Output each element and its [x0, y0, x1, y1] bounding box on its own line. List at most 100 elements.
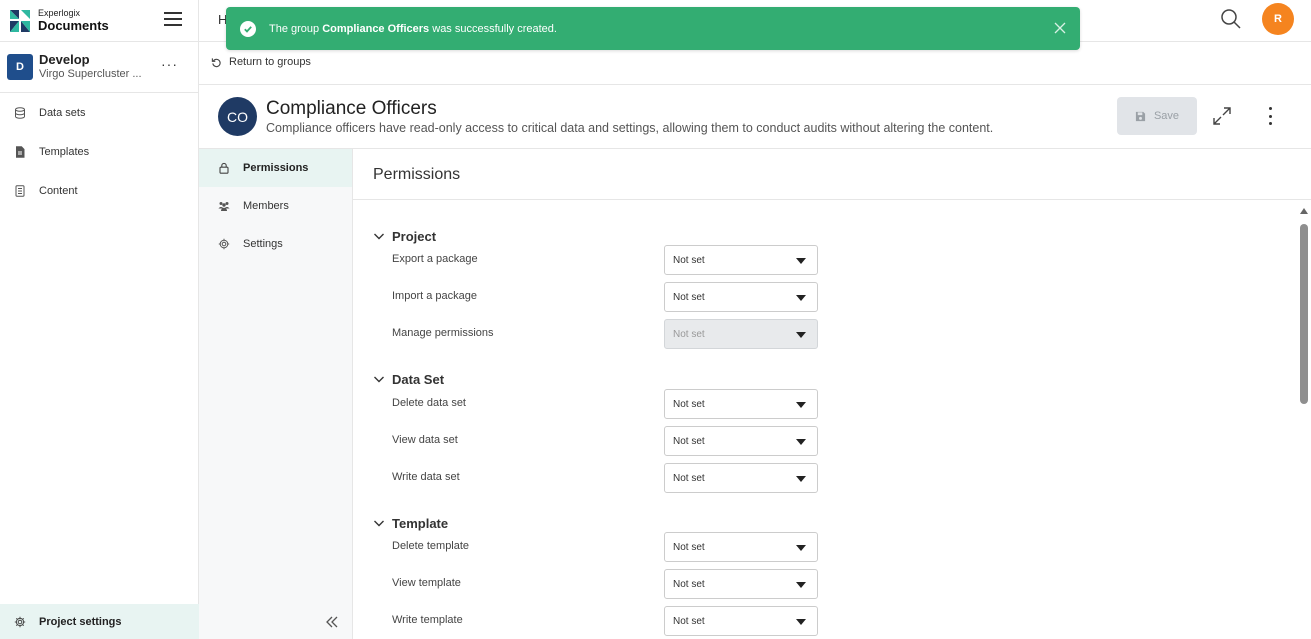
caret-down-icon [796, 619, 806, 625]
select-value: Not set [673, 472, 705, 484]
section-template: Template [373, 515, 448, 531]
lock-icon [219, 162, 229, 174]
sidebar-item-project-settings[interactable]: Project settings [0, 604, 199, 639]
permission-row: Delete data set Not set [392, 389, 822, 419]
brand-name: Experlogix Documents [38, 8, 109, 33]
permission-label: Write data set [392, 471, 460, 483]
project-switcher[interactable]: D Develop Virgo Supercluster ... ··· [0, 42, 198, 93]
toast-message: The group Compliance Officers was succes… [269, 23, 557, 35]
permission-label: Delete template [392, 540, 470, 552]
brand-line1: Experlogix [38, 8, 81, 18]
scroll-up-arrow-icon[interactable] [1300, 208, 1308, 214]
section-header[interactable]: Template [373, 515, 448, 531]
permission-label: View data set [392, 434, 458, 446]
toast-prefix: The group [269, 22, 323, 35]
permission-select-disabled: Not set [664, 319, 818, 349]
select-value: Not set [673, 435, 705, 447]
return-link-label: Return to groups [229, 56, 311, 68]
select-value: Not set [673, 615, 705, 627]
database-icon [15, 106, 25, 119]
permission-row: Import a package Not set [392, 282, 822, 312]
caret-down-icon [796, 476, 806, 482]
project-more-icon[interactable]: ··· [161, 56, 178, 72]
more-options-icon[interactable] [1263, 105, 1277, 127]
check-circle-icon [240, 20, 256, 37]
project-subtitle: Virgo Supercluster ... [39, 68, 142, 81]
caret-down-icon [796, 258, 806, 264]
caret-down-icon [796, 439, 806, 445]
permission-label: Write template [392, 614, 463, 626]
expand-icon[interactable] [1211, 105, 1233, 127]
permission-row: Manage permissions Not set [392, 319, 822, 349]
gear-icon [218, 238, 230, 250]
permission-label: View template [392, 577, 461, 589]
section-data-set: Data Set [373, 371, 444, 387]
select-value: Not set [673, 291, 705, 303]
caret-down-icon [796, 402, 806, 408]
tab-members[interactable]: Members [199, 187, 352, 225]
sidebar-nav: Data sets Templates Content [0, 93, 198, 210]
permission-row: Export a package Not set [392, 245, 822, 275]
caret-down-icon [796, 295, 806, 301]
hamburger-menu-icon[interactable] [164, 12, 182, 26]
section-name: Project [392, 228, 437, 244]
group-description: Compliance officers have read-only acces… [266, 121, 994, 135]
gear-icon [14, 616, 26, 627]
tab-settings[interactable]: Settings [199, 225, 352, 263]
toast-suffix: was successfully created. [429, 22, 557, 35]
permission-select[interactable]: Not set [664, 282, 818, 312]
return-to-groups-link[interactable]: Return to groups [211, 56, 311, 68]
collapse-sidebar-icon[interactable] [325, 615, 339, 629]
tab-label: Members [243, 200, 289, 212]
permission-select[interactable]: Not set [664, 569, 818, 599]
content-icon [15, 184, 25, 197]
select-value: Not set [673, 398, 705, 410]
section-project: Project [373, 228, 436, 244]
permission-label: Import a package [392, 290, 477, 302]
permission-select[interactable]: Not set [664, 532, 818, 562]
sidebar-item-content[interactable]: Content [0, 171, 198, 210]
select-value: Not set [673, 254, 705, 266]
members-icon [218, 202, 230, 211]
sidebar: Experlogix Documents D Develop Virgo Sup… [0, 0, 199, 639]
select-value: Not set [673, 541, 705, 553]
select-value: Not set [673, 328, 705, 340]
permission-select[interactable]: Not set [664, 245, 818, 275]
tab-label: Settings [243, 238, 283, 250]
brand: Experlogix Documents [0, 0, 198, 42]
scroll-thumb[interactable] [1300, 224, 1308, 404]
permission-select[interactable]: Not set [664, 463, 818, 493]
section-header[interactable]: Project [373, 228, 436, 244]
experlogix-logo-icon [10, 9, 30, 32]
document-icon [16, 145, 25, 158]
chevron-down-icon [374, 520, 384, 527]
user-avatar[interactable]: R [1262, 3, 1294, 35]
caret-down-icon [796, 582, 806, 588]
permission-row: Write data set Not set [392, 463, 822, 493]
sidebar-item-label: Data sets [39, 106, 86, 119]
close-icon[interactable] [1054, 22, 1066, 34]
divider [353, 199, 1311, 200]
project-avatar: D [7, 54, 33, 80]
permission-select[interactable]: Not set [664, 389, 818, 419]
tab-permissions[interactable]: Permissions [199, 149, 352, 187]
group-avatar: CO [218, 97, 257, 136]
caret-down-icon [796, 332, 806, 338]
save-button[interactable]: Save [1117, 97, 1197, 135]
sidebar-item-data-sets[interactable]: Data sets [0, 93, 198, 132]
search-icon[interactable] [1220, 8, 1242, 30]
permissions-panel: Permissions Project Export a package Not… [353, 149, 1311, 639]
section-header[interactable]: Data Set [373, 371, 444, 387]
tab-label: Permissions [243, 162, 309, 174]
undo-icon [211, 57, 221, 67]
permission-select[interactable]: Not set [664, 426, 818, 456]
scrollbar[interactable] [1297, 204, 1311, 639]
toast-group-name: Compliance Officers [322, 22, 430, 35]
sidebar-item-templates[interactable]: Templates [0, 132, 198, 171]
permission-select[interactable]: Not set [664, 606, 818, 636]
brand-line2: Documents [38, 18, 109, 33]
project-name: Develop [39, 52, 90, 68]
sidebar-item-label: Templates [39, 145, 90, 158]
save-icon [1135, 111, 1146, 121]
section-title: Permissions [373, 166, 461, 183]
